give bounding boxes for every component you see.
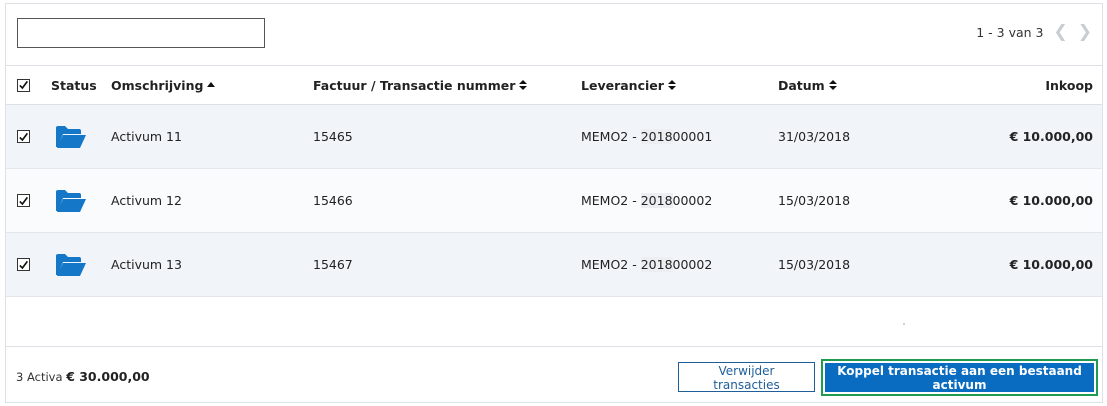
chevron-right-icon[interactable]: ❯: [1078, 24, 1092, 41]
table-header: Status Omschrijving Factuur / Transactie…: [6, 65, 1102, 105]
folder-open-icon: [55, 105, 87, 168]
row-date: 15/03/2018: [778, 193, 851, 208]
row-date: 15/03/2018: [778, 257, 851, 272]
table-row[interactable]: Activum 13 15467 MEMO2 - 2018 00002 15/03…: [6, 233, 1102, 297]
header-invoice[interactable]: Factuur / Transactie nummer: [313, 66, 528, 104]
row-description: Activum 13: [111, 257, 182, 272]
header-description[interactable]: Omschrijving: [111, 66, 216, 104]
header-supplier[interactable]: Leverancier: [581, 66, 676, 104]
row-checkbox[interactable]: [17, 233, 30, 296]
row-invoice: 15465: [313, 129, 353, 144]
sort-icon: [667, 80, 676, 90]
row-description: Activum 12: [111, 193, 182, 208]
row-purchase: € 10.000,00: [1009, 257, 1093, 272]
divider-dot: [903, 323, 905, 325]
row-checkbox[interactable]: [17, 105, 30, 168]
row-purchase: € 10.000,00: [1009, 129, 1093, 144]
focus-ring: Koppel transactie aan een bestaand activ…: [821, 359, 1098, 396]
row-invoice: 15466: [313, 193, 353, 208]
row-supplier: MEMO2 - 2018 00002: [581, 193, 713, 208]
row-description: Activum 11: [111, 129, 182, 144]
transactions-panel: 1 - 3 van 3 ❮ ❯ Status Omschrijving Fact…: [5, 3, 1103, 403]
header-status: Status: [51, 77, 97, 93]
search-input[interactable]: [17, 18, 265, 48]
row-supplier: MEMO2 - 2018 00001: [581, 129, 713, 144]
remove-transactions-button[interactable]: Verwijder transacties: [678, 362, 815, 392]
summary-total: € 30.000,00: [66, 369, 150, 384]
row-invoice: 15467: [313, 257, 353, 272]
header-date[interactable]: Datum: [778, 66, 837, 104]
folder-open-icon: [55, 233, 87, 296]
sort-asc-icon: [207, 82, 216, 87]
row-checkbox[interactable]: [17, 169, 30, 232]
summary-count: 3 Activa: [16, 370, 63, 384]
pagination: 1 - 3 van 3 ❮ ❯: [976, 24, 1092, 41]
row-supplier: MEMO2 - 2018 00002: [581, 257, 713, 272]
header-purchase: Inkoop: [1045, 77, 1093, 93]
sort-icon: [519, 80, 528, 90]
sort-icon: [828, 80, 837, 90]
chevron-left-icon[interactable]: ❮: [1054, 24, 1068, 41]
pagination-label: 1 - 3 van 3: [976, 24, 1044, 40]
row-purchase: € 10.000,00: [1009, 193, 1093, 208]
selection-summary: 3 Activa € 30.000,00: [16, 369, 150, 384]
row-date: 31/03/2018: [778, 129, 851, 144]
table-row[interactable]: Activum 12 15466 MEMO2 - 2018 00002 15/03…: [6, 169, 1102, 233]
link-to-existing-asset-button[interactable]: Koppel transactie aan een bestaand activ…: [825, 363, 1094, 392]
table-row[interactable]: Activum 11 15465 MEMO2 - 2018 00001 31/03…: [6, 105, 1102, 169]
folder-open-icon: [55, 169, 87, 232]
table-footer: 3 Activa € 30.000,00 Verwijder transacti…: [6, 346, 1102, 402]
select-all-checkbox[interactable]: [17, 66, 30, 104]
